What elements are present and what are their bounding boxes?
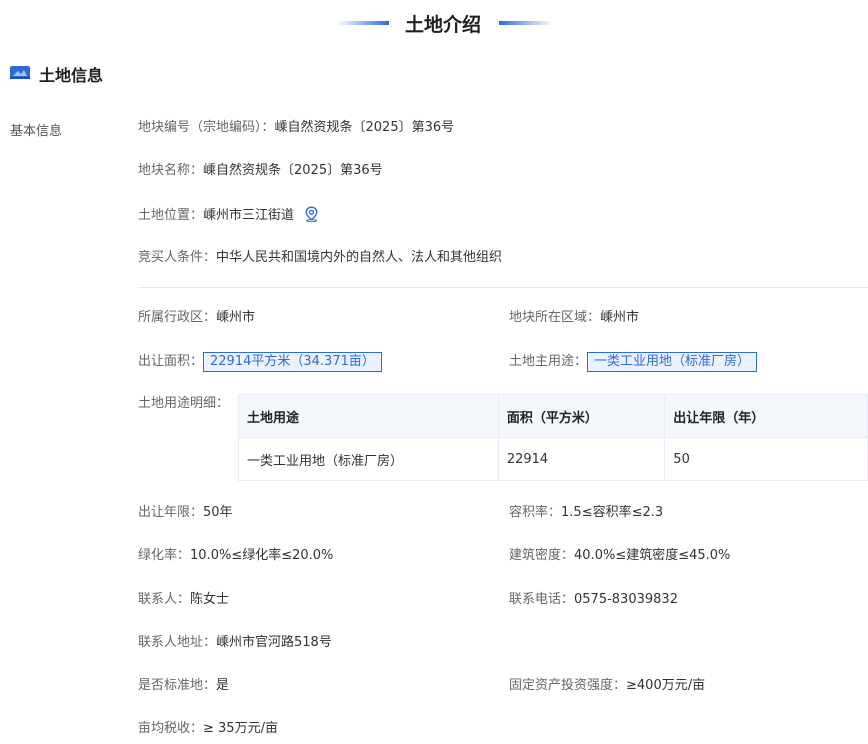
page-title: 土地介绍 [405,14,482,36]
contact-value: 陈女士 [190,592,230,607]
main-use-row: 土地主用途： 一类工业用地（标准厂房） [509,352,758,372]
section-title: 土地信息 [39,66,104,85]
address-label: 联系人地址： [138,635,217,650]
parcel-region-label: 地块所在区域： [509,310,601,325]
table-cell-use: 一类工业用地（标准厂房） [238,437,499,481]
contact-row: 联系人：陈女士 [138,591,229,609]
parcel-code-label: 地块编号（宗地编码）： [138,120,275,135]
area-value: 22914平方米（34.371亩） [203,352,382,372]
tax-row: 亩均税收：≥ 35万元/亩 [138,720,278,738]
standard-label: 是否标准地： [138,678,217,693]
far-row: 容积率：1.5≤容积率≤2.3 [509,504,663,522]
admin-region-row: 所属行政区：嵊州市 [138,309,255,327]
parcel-name-label: 地块名称： [138,163,204,178]
phone-value: 0575-83039832 [574,592,678,607]
invest-label: 固定资产投资强度： [509,678,627,693]
admin-region-value: 嵊州市 [216,310,256,325]
table-header-row: 土地用途 面积（平方米） 出让年限（年） [238,394,868,438]
table-header-area: 面积（平方米） [497,394,666,438]
parcel-region-value: 嵊州市 [600,310,640,325]
invest-value: ≥400万元/亩 [626,678,706,693]
tax-label: 亩均税收： [138,721,204,736]
bidder-row: 竞买人条件：中华人民共和国境内外的自然人、法人和其他组织 [138,249,502,267]
land-use-table: 土地用途 面积（平方米） 出让年限（年） 一类工业用地（标准厂房） 22914 … [238,394,868,481]
tax-value: ≥ 35万元/亩 [203,721,278,736]
far-value: 1.5≤容积率≤2.3 [561,505,664,520]
title-decor-right [499,21,553,25]
term-value: 50年 [203,505,233,520]
term-label: 出让年限： [138,505,204,520]
standard-row: 是否标准地：是 [138,677,229,695]
parcel-code-value: 嵊自然资规条〔2025〕第36号 [274,120,455,135]
bidder-value: 中华人民共和国境内外的自然人、法人和其他组织 [216,250,503,265]
table-header-use: 土地用途 [238,394,499,438]
use-detail-label: 土地用途明细： [138,396,230,411]
table-row: 一类工业用地（标准厂房） 22914 50 [238,437,868,481]
parcel-name-value: 嵊自然资规条〔2025〕第36号 [203,163,383,178]
area-label: 出让面积： [138,354,204,369]
term-row: 出让年限：50年 [138,504,233,522]
phone-label: 联系电话： [509,592,575,607]
density-label: 建筑密度： [509,548,575,563]
location-value: 嵊州市三江街道 [203,208,295,223]
invest-row: 固定资产投资强度：≥400万元/亩 [509,677,705,695]
green-row: 绿化率：10.0%≤绿化率≤20.0% [138,547,333,565]
map-pin-icon[interactable] [304,206,319,222]
title-decor-left [337,21,389,25]
green-value: 10.0%≤绿化率≤20.0% [190,548,334,563]
parcel-name-row: 地块名称：嵊自然资规条〔2025〕第36号 [138,162,383,180]
green-label: 绿化率： [138,548,191,563]
parcel-code-row: 地块编号（宗地编码）：嵊自然资规条〔2025〕第36号 [138,119,454,137]
main-use-label: 土地主用途： [509,354,588,369]
density-value: 40.0%≤建筑密度≤45.0% [574,548,731,563]
address-value: 嵊州市官河路518号 [216,635,332,650]
table-cell-term: 50 [664,437,868,481]
location-row: 土地位置：嵊州市三江街道 [138,206,319,225]
area-row: 出让面积： 22914平方米（34.371亩） [138,352,382,372]
table-header-term: 出让年限（年） [664,394,868,438]
admin-region-label: 所属行政区： [138,310,217,325]
density-row: 建筑密度：40.0%≤建筑密度≤45.0% [509,547,730,565]
basic-info-label: 基本信息 [10,124,63,139]
main-use-value: 一类工业用地（标准厂房） [587,352,758,372]
parcel-region-row: 地块所在区域：嵊州市 [509,309,639,327]
table-cell-area: 22914 [497,437,666,481]
address-row: 联系人地址：嵊州市官河路518号 [138,634,332,652]
location-label: 土地位置： [138,208,204,223]
contact-label: 联系人： [138,592,191,607]
divider [138,287,868,288]
bidder-label: 竞买人条件： [138,250,217,265]
far-label: 容积率： [509,505,562,520]
phone-row: 联系电话：0575-83039832 [509,591,678,609]
standard-value: 是 [216,678,230,693]
land-info-icon [10,66,30,79]
